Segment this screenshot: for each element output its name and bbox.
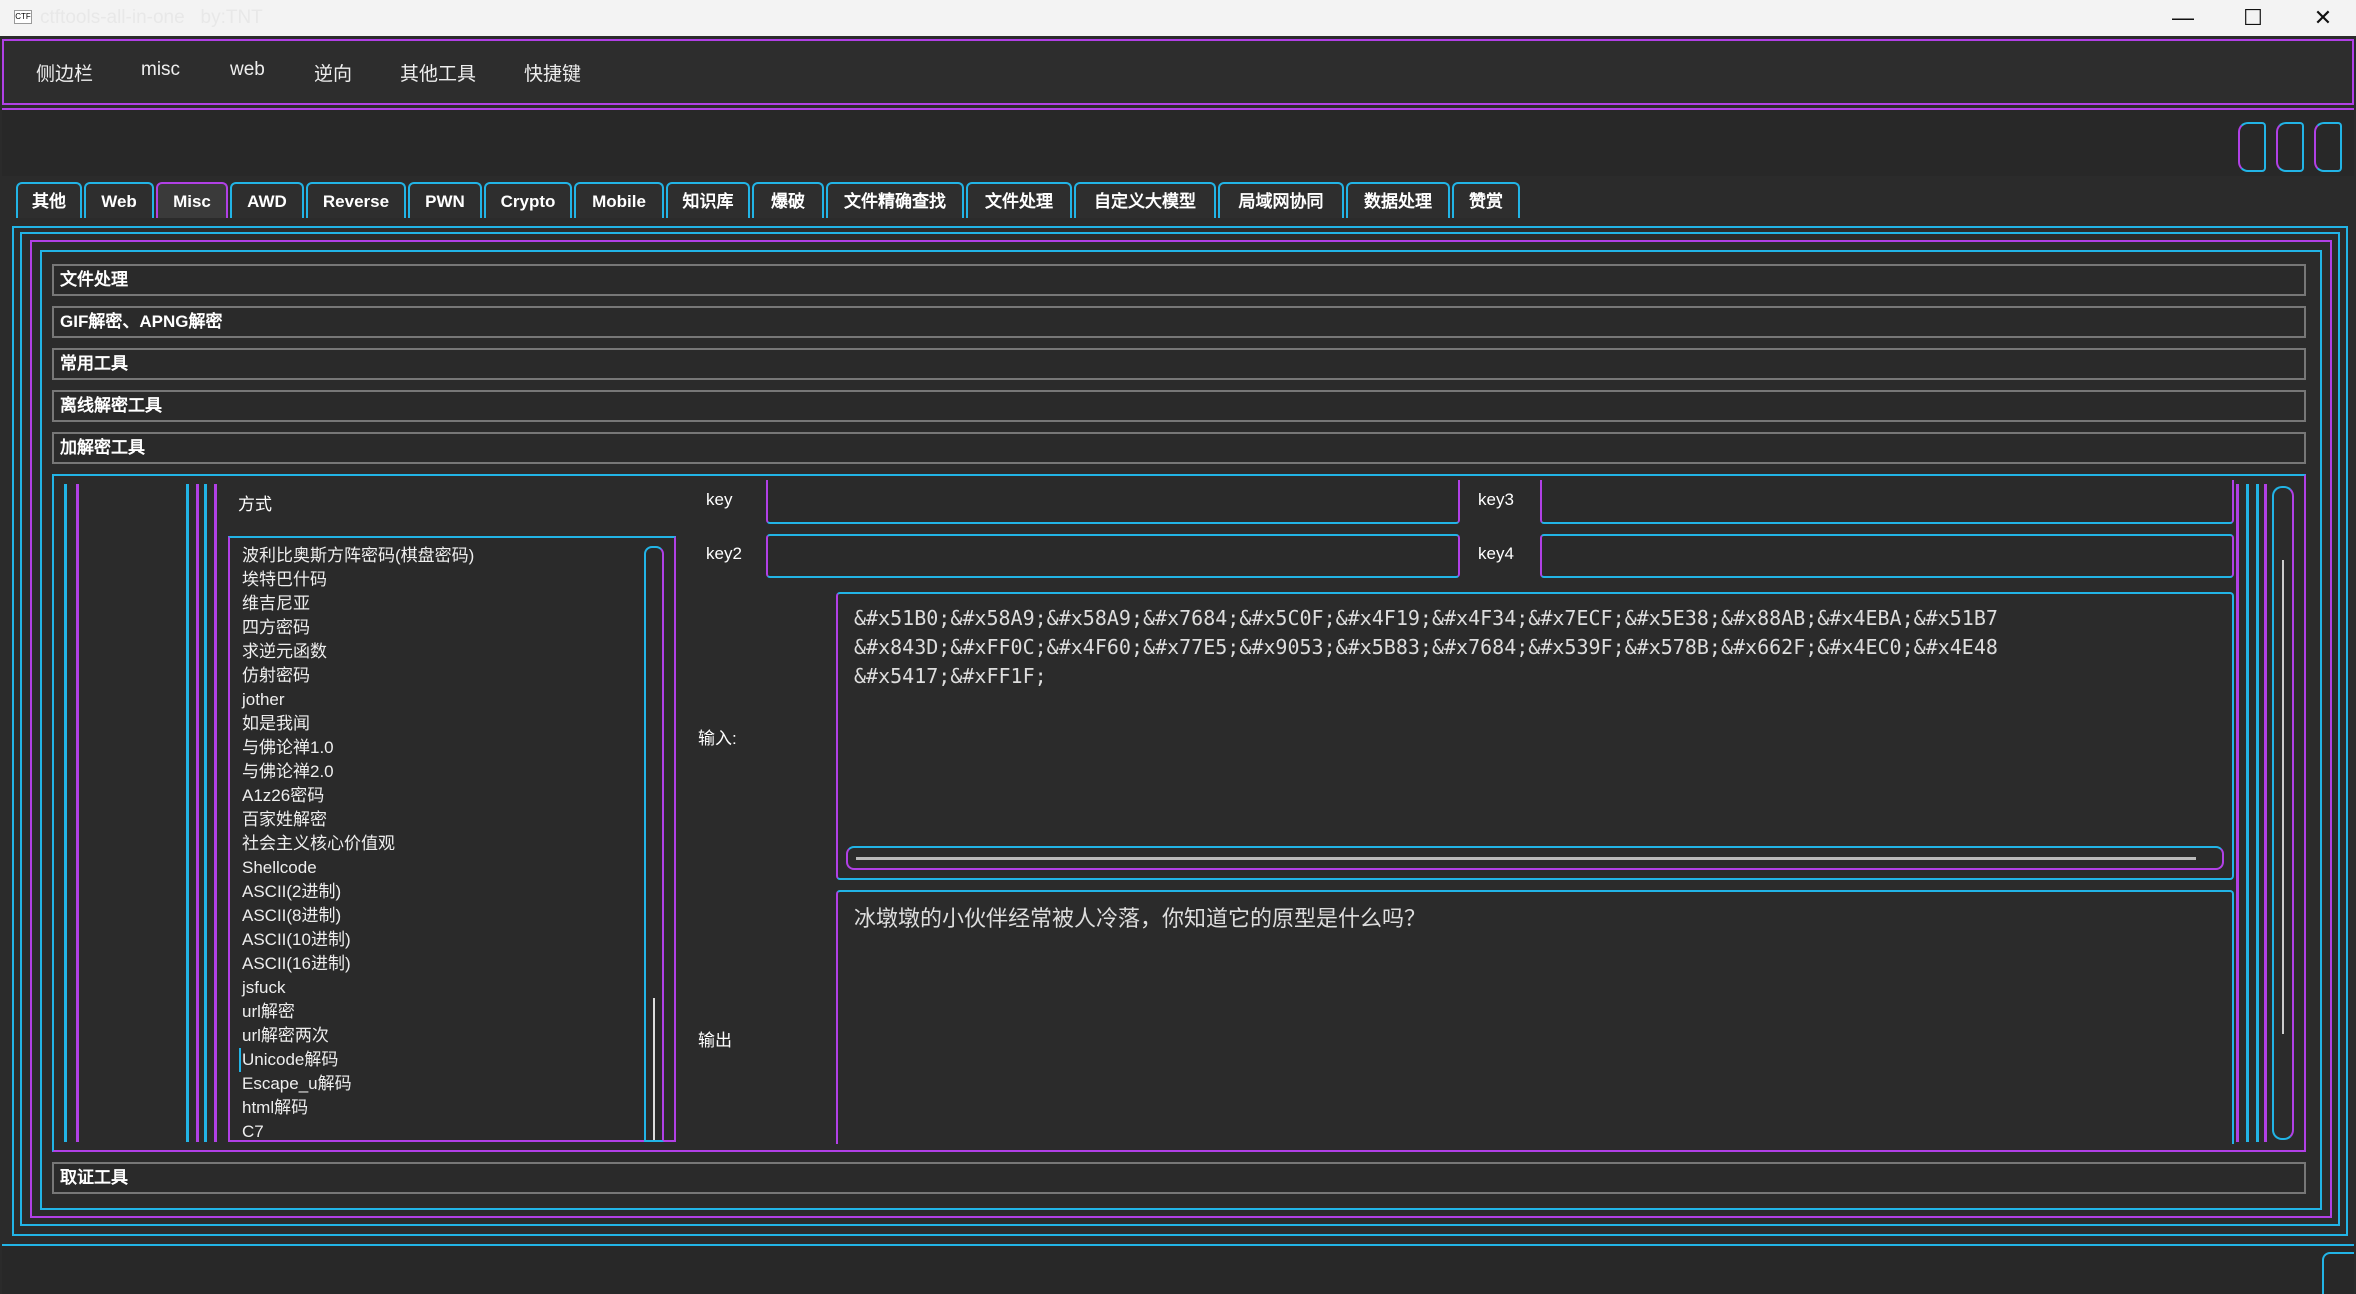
toolbar-button-3[interactable] xyxy=(2314,122,2342,172)
key4-label: key4 xyxy=(1478,544,1514,563)
panel-line xyxy=(64,484,67,1142)
app-icon: CTF xyxy=(14,10,32,24)
tab-pwn[interactable]: PWN xyxy=(408,182,482,218)
list-item[interactable]: ASCII(2进制) xyxy=(242,880,341,904)
input-label: 输入: xyxy=(698,729,737,748)
list-item[interactable]: 维吉尼亚 xyxy=(242,592,310,616)
menu-web[interactable]: web xyxy=(230,59,265,81)
group-crypto-tools[interactable]: 加解密工具 xyxy=(52,432,2306,464)
panel-line xyxy=(2264,484,2267,1142)
group-common-tools[interactable]: 常用工具 xyxy=(52,348,2306,380)
key4-input[interactable] xyxy=(1540,534,2234,578)
tab-other[interactable]: 其他 xyxy=(16,182,82,218)
tab-awd[interactable]: AWD xyxy=(230,182,304,218)
status-bar xyxy=(2,1244,2354,1294)
key-label: key xyxy=(706,490,733,509)
key2-label: key2 xyxy=(706,544,742,563)
close-button[interactable]: ✕ xyxy=(2288,0,2356,36)
input-line: &#x843D;&#xFF0C;&#x4F60;&#x77E5;&#x9053;… xyxy=(854,635,1998,659)
tab-web[interactable]: Web xyxy=(84,182,154,218)
list-item[interactable]: 如是我闻 xyxy=(242,712,310,736)
maximize-button[interactable]: ☐ xyxy=(2218,0,2288,36)
list-item[interactable]: Shellcode xyxy=(242,856,317,880)
list-item[interactable]: url解密 xyxy=(242,1000,295,1024)
list-item[interactable]: Escape_u解码 xyxy=(242,1072,352,1096)
toolbar-button-1[interactable] xyxy=(2238,122,2266,172)
list-item[interactable]: 求逆元函数 xyxy=(242,640,327,664)
panel-line xyxy=(2236,484,2239,1142)
list-item[interactable]: 百家姓解密 xyxy=(242,808,327,832)
list-item[interactable]: jother xyxy=(242,688,285,712)
list-item[interactable]: 波利比奥斯方阵密码(棋盘密码) xyxy=(242,544,474,568)
list-item[interactable]: Unicode解码 xyxy=(239,1048,338,1072)
tab-file-processing[interactable]: 文件处理 xyxy=(966,182,1072,218)
tab-lan-collab[interactable]: 局域网协同 xyxy=(1218,182,1344,218)
menu-other-tools[interactable]: 其他工具 xyxy=(400,59,476,86)
panel-line xyxy=(196,484,199,1142)
list-item[interactable]: ASCII(10进制) xyxy=(242,928,351,952)
list-item[interactable]: url解密两次 xyxy=(242,1024,329,1048)
tab-reverse[interactable]: Reverse xyxy=(306,182,406,218)
group-file-processing[interactable]: 文件处理 xyxy=(52,264,2306,296)
menu-bar: 侧边栏 misc web 逆向 其他工具 快捷键 xyxy=(2,39,2354,105)
tab-custom-llm[interactable]: 自定义大模型 xyxy=(1074,182,1216,218)
tab-data-processing[interactable]: 数据处理 xyxy=(1346,182,1450,218)
panel-line xyxy=(186,484,189,1142)
list-item[interactable]: ASCII(16进制) xyxy=(242,952,351,976)
panel-line xyxy=(76,484,79,1142)
panel-line xyxy=(2256,484,2259,1142)
key2-input[interactable] xyxy=(766,534,1460,578)
menu-shortcuts[interactable]: 快捷键 xyxy=(524,59,581,86)
toolbar-strip xyxy=(2,108,2354,176)
tab-mobile[interactable]: Mobile xyxy=(574,182,664,218)
key3-input[interactable] xyxy=(1540,480,2234,524)
toolbar-button-2[interactable] xyxy=(2276,122,2304,172)
list-item[interactable]: 与佛论禅1.0 xyxy=(242,736,334,760)
tab-file-search[interactable]: 文件精确查找 xyxy=(826,182,964,218)
panel-line xyxy=(204,484,207,1142)
list-scrollbar-thumb[interactable] xyxy=(653,998,655,1140)
output-label: 输出 xyxy=(698,1031,732,1050)
menu-reverse[interactable]: 逆向 xyxy=(314,59,352,86)
tab-donate[interactable]: 赞赏 xyxy=(1452,182,1520,218)
list-item[interactable]: 与佛论禅2.0 xyxy=(242,760,334,784)
input-line: &#x51B0;&#x58A9;&#x58A9;&#x7684;&#x5C0F;… xyxy=(854,606,1998,630)
tab-bruteforce[interactable]: 爆破 xyxy=(752,182,824,218)
tab-crypto[interactable]: Crypto xyxy=(484,182,572,218)
status-bar-button[interactable] xyxy=(2322,1252,2354,1294)
menu-misc[interactable]: misc xyxy=(141,59,180,81)
window-title: ctftools-all-in-one by:TNT xyxy=(40,7,263,28)
tab-knowledge[interactable]: 知识库 xyxy=(666,182,750,218)
method-list[interactable]: 波利比奥斯方阵密码(棋盘密码) 埃特巴什码 维吉尼亚 四方密码 求逆元函数 仿射… xyxy=(228,536,676,1142)
panel-scrollbar-thumb[interactable] xyxy=(2282,560,2284,1034)
output-textarea[interactable]: 冰墩墩的小伙伴经常被人冷落，你知道它的原型是什么吗？ xyxy=(836,890,2234,1144)
key3-label: key3 xyxy=(1478,490,1514,509)
panel-line xyxy=(214,484,217,1142)
input-textarea[interactable]: &#x51B0;&#x58A9;&#x58A9;&#x7684;&#x5C0F;… xyxy=(836,592,2234,880)
group-gif-apng[interactable]: GIF解密、APNG解密 xyxy=(52,306,2306,338)
input-scrollbar-thumb[interactable] xyxy=(856,857,2196,860)
tab-misc[interactable]: Misc xyxy=(156,182,228,218)
group-offline-decrypt[interactable]: 离线解密工具 xyxy=(52,390,2306,422)
list-item[interactable]: 埃特巴什码 xyxy=(242,568,327,592)
group-forensics[interactable]: 取证工具 xyxy=(52,1162,2306,1194)
list-item[interactable]: 社会主义核心价值观 xyxy=(242,832,395,856)
title-bar xyxy=(0,0,2356,36)
panel-line xyxy=(2246,484,2249,1142)
list-item[interactable]: jsfuck xyxy=(242,976,285,1000)
list-item[interactable]: ASCII(8进制) xyxy=(242,904,341,928)
list-item[interactable]: 仿射密码 xyxy=(242,664,310,688)
list-item[interactable]: 四方密码 xyxy=(242,616,310,640)
menu-sidebar[interactable]: 侧边栏 xyxy=(36,59,93,86)
key-input[interactable] xyxy=(766,480,1460,524)
minimize-button[interactable]: — xyxy=(2148,0,2218,36)
list-item[interactable]: html解码 xyxy=(242,1096,308,1120)
list-item[interactable]: A1z26密码 xyxy=(242,784,324,808)
method-label: 方式 xyxy=(238,495,272,514)
input-line: &#x5417;&#xFF1F; xyxy=(854,664,1047,688)
list-item[interactable]: C7 xyxy=(242,1120,264,1140)
